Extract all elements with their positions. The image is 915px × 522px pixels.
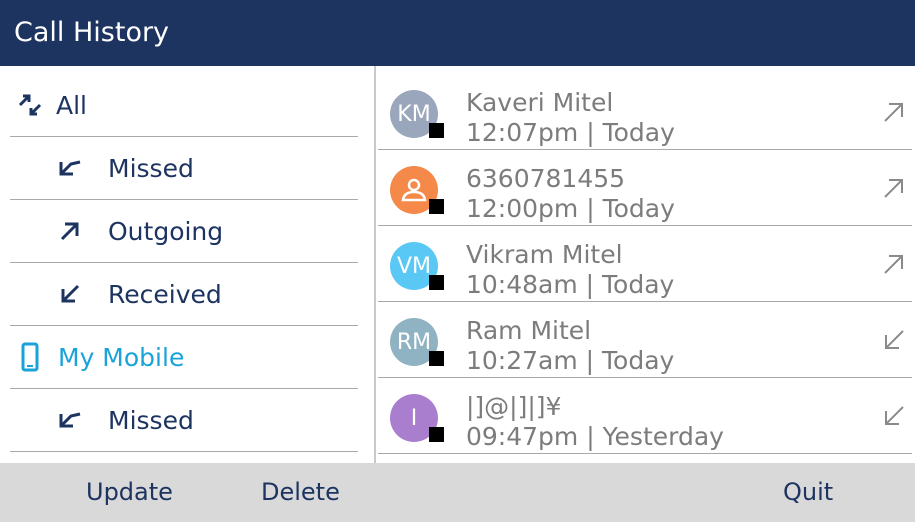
presence-indicator (429, 123, 444, 138)
call-row[interactable]: 6360781455 12:00pm | Today (378, 150, 912, 226)
filter-label: My Mobile (58, 342, 185, 372)
avatar-initials: VM (396, 253, 432, 279)
filter-label: Received (108, 279, 222, 309)
all-calls-icon (14, 92, 46, 118)
filter-label: Missed (108, 153, 194, 183)
received-call-icon (885, 330, 904, 349)
presence-indicator (429, 427, 444, 442)
avatar-initials: RM (396, 329, 432, 355)
call-row[interactable]: VM Vikram Mitel 10:48am | Today (378, 226, 912, 302)
filter-panel: All Missed Outgoing Received My Mobile M… (0, 66, 374, 463)
caller-name: 6360781455 (466, 164, 626, 193)
quit-button[interactable]: Quit (783, 463, 833, 522)
delete-button[interactable]: Delete (261, 463, 340, 522)
caller-name: Kaveri Mitel (466, 88, 614, 117)
received-call-icon (885, 406, 904, 425)
call-time: 12:07pm | Today (466, 118, 675, 147)
missed-call-icon (50, 158, 90, 178)
filter-label: All (56, 90, 87, 120)
received-call-icon (50, 282, 90, 306)
filter-received[interactable]: Received (10, 263, 358, 326)
avatar: RM (390, 318, 444, 366)
mobile-phone-icon (18, 342, 42, 372)
call-time: 09:47pm | Yesterday (466, 422, 724, 451)
outgoing-call-icon (884, 255, 903, 274)
avatar: I (390, 394, 444, 442)
avatar-initials: I (410, 405, 418, 431)
filter-my-mobile[interactable]: My Mobile (10, 326, 358, 389)
outgoing-call-icon (884, 179, 903, 198)
presence-indicator (429, 199, 444, 214)
call-row[interactable]: KM Kaveri Mitel 12:07pm | Today (378, 74, 912, 150)
filter-missed[interactable]: Missed (10, 137, 358, 200)
title-bar: Call History (0, 0, 915, 66)
caller-name: Ram Mitel (466, 316, 592, 345)
filter-all[interactable]: All (10, 74, 358, 137)
call-time: 10:48am | Today (466, 270, 675, 299)
filter-outgoing[interactable]: Outgoing (10, 200, 358, 263)
outgoing-call-icon (884, 103, 903, 122)
filter-mobile-missed[interactable]: Missed (10, 389, 358, 452)
call-row[interactable]: I |]@|]|]¥ 09:47pm | Yesterday (378, 378, 912, 454)
outgoing-call-icon (50, 219, 90, 243)
presence-indicator (429, 351, 444, 366)
contact-person-icon (401, 178, 427, 202)
missed-call-icon (50, 410, 90, 430)
avatar: KM (390, 90, 444, 138)
call-list[interactable]: KM Kaveri Mitel 12:07pm | Today 63607814… (378, 66, 915, 463)
update-button[interactable]: Update (86, 463, 173, 522)
caller-name: Vikram Mitel (466, 240, 623, 269)
call-time: 12:00pm | Today (466, 194, 675, 223)
call-time: 10:27am | Today (466, 346, 675, 375)
avatar-initials: KM (397, 101, 431, 127)
softkey-bar: Update Delete Quit (0, 463, 915, 522)
call-row[interactable]: RM Ram Mitel 10:27am | Today (378, 302, 912, 378)
filter-label: Missed (108, 405, 194, 435)
page-title: Call History (14, 17, 170, 48)
filter-label: Outgoing (108, 216, 224, 246)
avatar (390, 166, 444, 214)
caller-name: |]@|]|]¥ (466, 392, 562, 421)
presence-indicator (429, 275, 444, 290)
panel-divider (374, 66, 376, 463)
avatar: VM (390, 242, 444, 290)
